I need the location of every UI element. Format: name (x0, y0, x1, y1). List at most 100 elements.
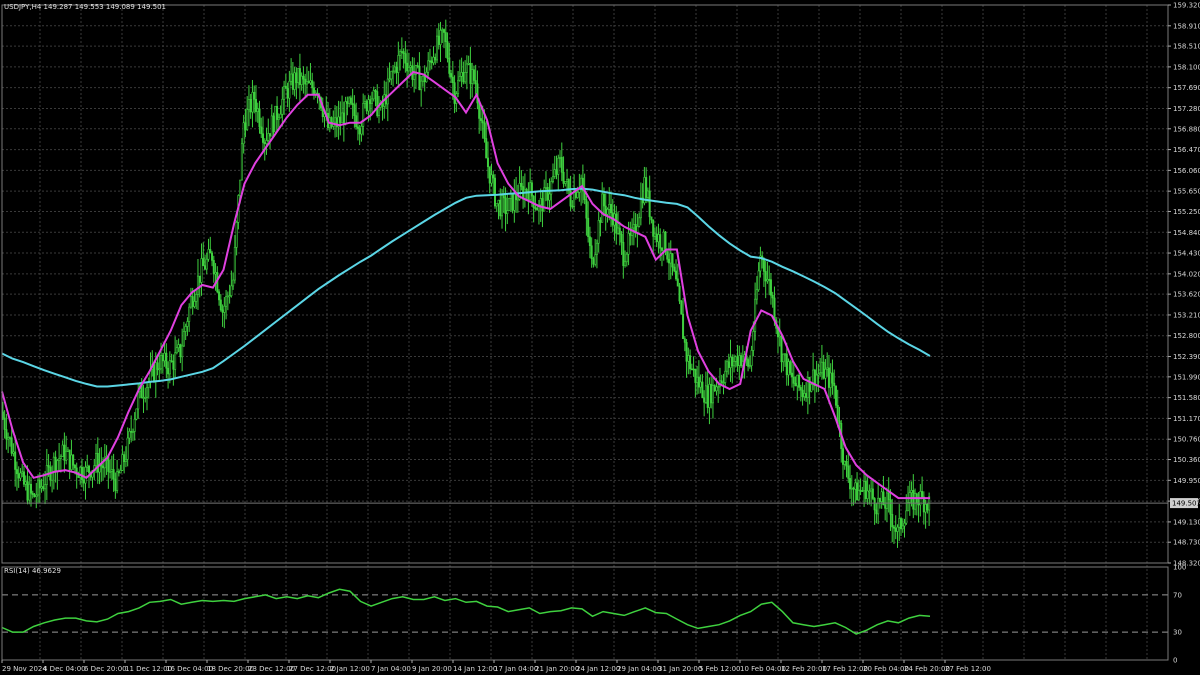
candle-body (771, 294, 774, 299)
price-tick-label: 149.130 (1173, 518, 1200, 526)
candle-body (109, 471, 112, 473)
candle-body (5, 429, 8, 440)
candle-body (358, 128, 361, 135)
candle-body (885, 492, 888, 509)
candle-body (926, 504, 929, 511)
candle-body (240, 143, 243, 181)
candle-body (768, 279, 771, 281)
candle-body (228, 295, 231, 297)
price-tick-label: 156.880 (1173, 125, 1200, 133)
candle-body (260, 126, 263, 135)
candle-body (114, 478, 117, 491)
candle-body (297, 68, 300, 84)
candle-body (392, 70, 395, 73)
candle-body (559, 156, 562, 159)
candle-body (685, 342, 688, 362)
candle-body (727, 361, 730, 368)
candle-body (65, 450, 68, 461)
candle-body (910, 490, 913, 493)
candle-body (458, 75, 461, 81)
candle-body (831, 372, 834, 384)
candle-body (119, 470, 122, 474)
candle-body (516, 198, 519, 201)
candle-body (852, 487, 855, 490)
candle-body (270, 115, 273, 137)
candle-body (261, 133, 264, 143)
candle-body (887, 492, 890, 501)
candle-body (889, 499, 892, 515)
candle-body (609, 204, 612, 214)
candle-body (158, 368, 161, 371)
candle-body (305, 81, 308, 85)
chart-background (0, 0, 1200, 675)
candle-body (866, 490, 869, 499)
time-tick-label: 5 Feb 12:00 (699, 665, 740, 673)
candle-body (922, 496, 925, 513)
candle-body (696, 376, 699, 383)
candle-body (406, 62, 409, 72)
candle-body (430, 60, 433, 64)
candle-body (460, 72, 463, 77)
candle-body (585, 199, 588, 219)
time-tick-label: 14 Jan 12:00 (453, 665, 497, 673)
candle-body (372, 90, 375, 100)
candle-body (247, 99, 250, 110)
candle-body (8, 437, 11, 439)
candle-body (627, 233, 630, 255)
candle-body (242, 122, 245, 145)
candle-body (10, 437, 13, 454)
candle-body (488, 166, 491, 184)
rsi-tick-label: 0 (1173, 657, 1177, 665)
candle-body (174, 352, 177, 370)
candle-body (657, 234, 660, 243)
candle-body (617, 227, 620, 234)
candle-body (553, 169, 556, 177)
candle-body (86, 465, 89, 468)
candle-body (198, 275, 201, 283)
candle-body (856, 482, 859, 501)
candle-body (595, 242, 598, 255)
candle-body (407, 67, 410, 72)
candle-body (200, 258, 203, 283)
time-tick-label: 29 Nov 2024 (2, 665, 47, 673)
candle-body (377, 107, 380, 116)
candle-body (256, 108, 259, 112)
candle-body (12, 451, 15, 454)
candle-body (655, 233, 658, 243)
candle-body (492, 174, 495, 179)
candle-body (288, 80, 291, 99)
candle-body (72, 454, 75, 466)
candle-body (534, 207, 537, 210)
candle-body (697, 376, 700, 388)
time-tick-label: 21 Jan 20:00 (535, 665, 579, 673)
candle-body (298, 68, 301, 85)
candle-body (244, 122, 247, 130)
candle-body (471, 69, 474, 84)
candle-body (35, 494, 38, 497)
candle-body (873, 498, 876, 511)
candle-body (863, 481, 866, 491)
candle-body (808, 377, 811, 392)
candle-body (239, 179, 242, 196)
candle-body (233, 247, 236, 281)
candle-body (884, 504, 887, 509)
candle-body (112, 469, 115, 480)
candle-body (167, 367, 170, 375)
candle-body (618, 227, 621, 235)
candle-body (258, 108, 261, 128)
candle-body (752, 331, 755, 351)
candle-body (562, 171, 565, 184)
candle-body (704, 385, 707, 403)
candle-body (416, 65, 419, 67)
candle-body (539, 198, 542, 206)
candle-body (437, 35, 440, 45)
candle-body (37, 479, 40, 496)
candle-body (381, 102, 384, 107)
candle-body (226, 295, 229, 298)
candle-body (421, 75, 424, 82)
candle-body (646, 190, 649, 198)
candle-body (193, 301, 196, 307)
candle-body (7, 437, 10, 440)
candle-body (21, 471, 24, 474)
candle-body (374, 90, 377, 92)
